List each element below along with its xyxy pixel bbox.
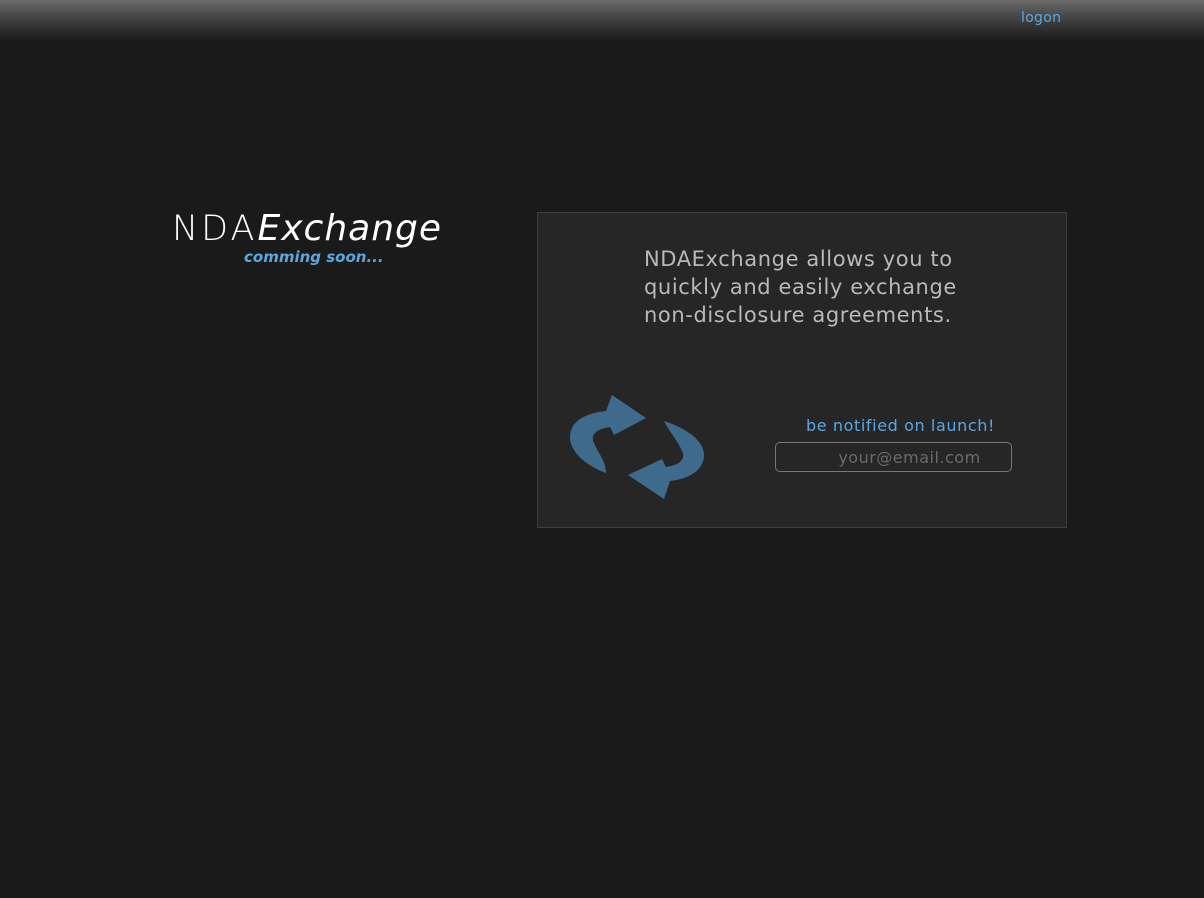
logo: NDAExchange comming soon... xyxy=(172,208,442,278)
top-bar: logon xyxy=(0,0,1204,42)
logo-wordmark: NDAExchange xyxy=(172,208,442,249)
logo-suffix: Exchange xyxy=(257,208,443,249)
description-text: NDAExchange allows you to quickly and ea… xyxy=(644,247,957,327)
logo-tagline: comming soon... xyxy=(244,248,384,266)
info-panel: NDAExchange allows you to quickly and ea… xyxy=(537,212,1067,528)
email-input[interactable] xyxy=(775,442,1012,472)
logon-link[interactable]: logon xyxy=(1021,10,1061,26)
logo-prefix: NDA xyxy=(172,209,258,249)
exchange-arrows-icon xyxy=(570,395,704,499)
notify-label: be notified on launch! xyxy=(806,416,995,435)
